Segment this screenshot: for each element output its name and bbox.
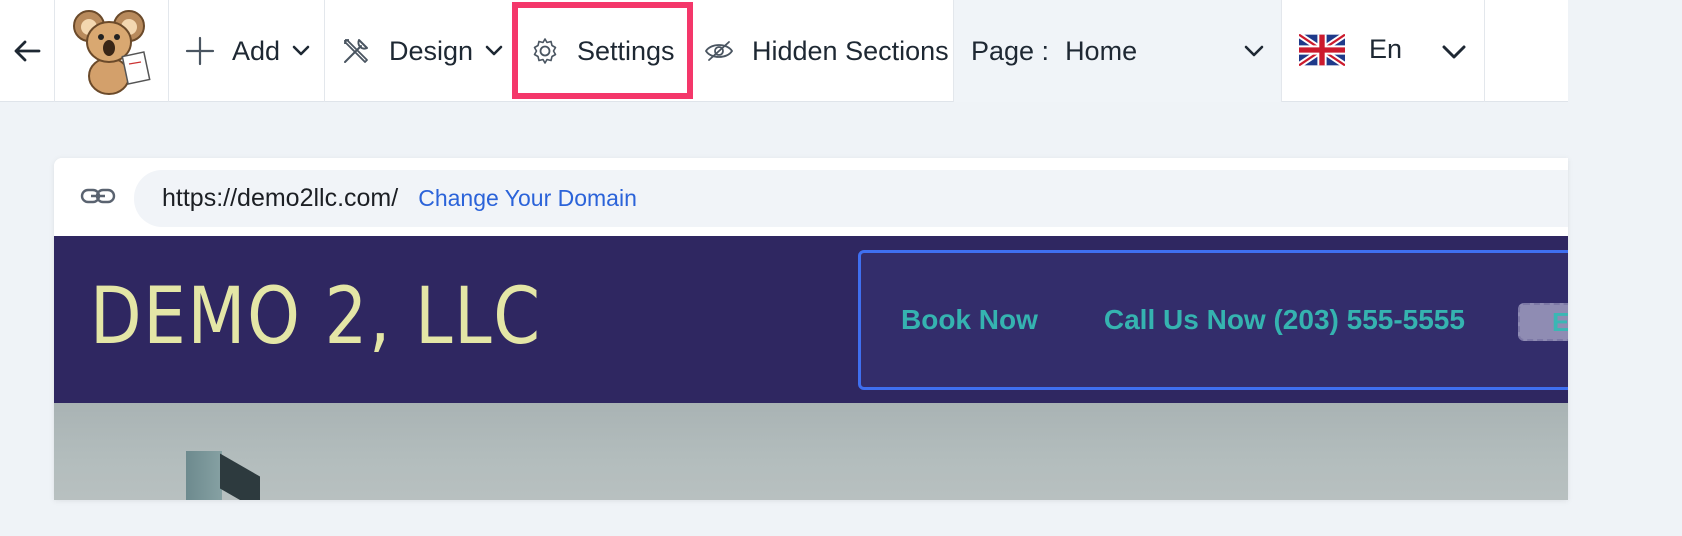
- site-url: https://demo2llc.com/: [162, 184, 399, 212]
- design-menu-button[interactable]: Design: [325, 0, 510, 102]
- url-field: https://demo2llc.com/ Change Your Domain: [134, 170, 1568, 227]
- arrow-left-icon: [14, 40, 41, 62]
- book-now-link[interactable]: Book Now: [901, 304, 1038, 336]
- eye-slash-icon: [704, 41, 734, 61]
- page-selector-value: Home: [1065, 35, 1138, 66]
- settings-label: Settings: [577, 35, 675, 66]
- add-label: Add: [232, 35, 281, 66]
- koala-mascot-logo: [72, 10, 151, 95]
- site-preview-card: https://demo2llc.com/ Change Your Domain…: [54, 158, 1568, 500]
- change-domain-link[interactable]: Change Your Domain: [418, 185, 637, 212]
- chevron-down-icon: [292, 45, 310, 56]
- url-bar: https://demo2llc.com/ Change Your Domain: [54, 158, 1568, 236]
- link-icon: [80, 188, 116, 204]
- hero-building: [186, 451, 222, 500]
- toolbar-divider: [1484, 0, 1485, 102]
- site-header: DEMO 2, LLC Book Now Call Us Now (203) 5…: [54, 236, 1568, 403]
- site-logo-text[interactable]: DEMO 2, LLC: [90, 272, 542, 362]
- design-label: Design: [389, 35, 474, 66]
- chevron-down-icon: [1442, 45, 1466, 59]
- site-nav-section[interactable]: Book Now Call Us Now (203) 555-5555 E: [858, 250, 1568, 390]
- hero-image: [54, 403, 1568, 500]
- hidden-sections-label: Hidden Sections: [752, 35, 949, 66]
- uk-flag-icon: [1299, 34, 1345, 66]
- editor-toolbar: Add Design Settings Hidden Sections Page…: [0, 0, 1568, 102]
- tools-icon: [344, 39, 368, 63]
- back-button[interactable]: [0, 0, 54, 102]
- page-selector-prefix: Page :: [971, 35, 1050, 66]
- plus-icon: [185, 36, 215, 66]
- nav-extra-button[interactable]: E: [1518, 303, 1568, 341]
- call-us-link[interactable]: Call Us Now (203) 555-5555: [1104, 304, 1465, 336]
- chevron-down-icon: [1244, 45, 1264, 57]
- add-menu-button[interactable]: Add: [169, 0, 324, 102]
- language-selector[interactable]: En: [1282, 0, 1484, 102]
- page-selector[interactable]: Page : Home: [954, 0, 1281, 102]
- hero-building: [220, 453, 260, 500]
- settings-button[interactable]: Settings: [513, 0, 691, 102]
- gear-icon: [533, 38, 557, 64]
- chevron-down-icon: [485, 45, 503, 56]
- hidden-sections-button[interactable]: Hidden Sections: [694, 0, 953, 102]
- language-label: En: [1369, 33, 1403, 64]
- app-logo[interactable]: [55, 0, 168, 102]
